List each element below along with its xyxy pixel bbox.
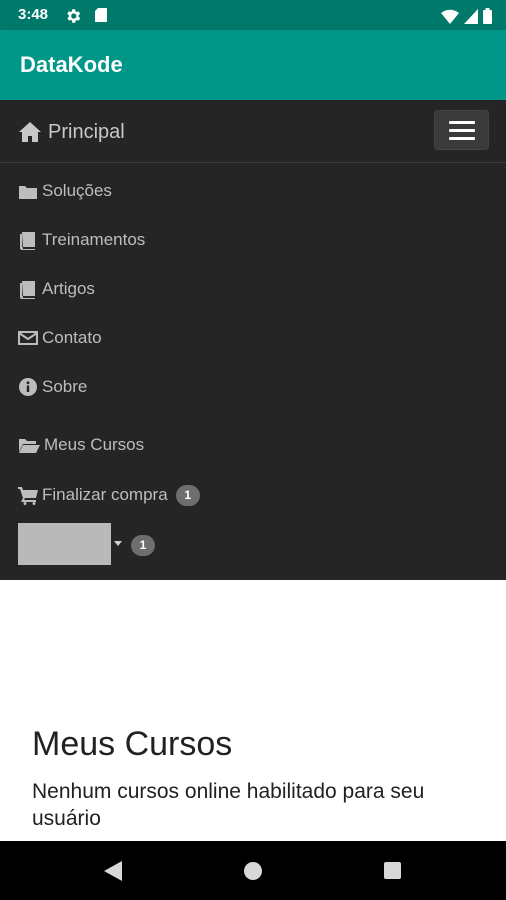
caret-down-icon[interactable] [114, 541, 122, 546]
navbar-brand-principal[interactable]: Principal [18, 118, 125, 146]
empty-courses-message: Nenhum cursos online habilitado para seu… [32, 780, 425, 830]
hamburger-menu-icon [448, 120, 475, 124]
home-icon [19, 122, 41, 142]
sd-card-icon [95, 8, 107, 22]
nav-item-solucoes[interactable]: Soluções [18, 179, 112, 203]
navbar-toggle-button[interactable] [434, 110, 489, 150]
app-title: DataKode [20, 52, 123, 77]
page-title: Meus Cursos [32, 725, 233, 763]
app-bar: DataKode [0, 30, 506, 100]
nav-item-label: Sobre [42, 377, 88, 396]
nav-item-label: Artigos [42, 279, 95, 298]
user-avatar[interactable] [18, 523, 111, 565]
navbar-brand-label: Principal [48, 120, 125, 143]
gear-icon [67, 9, 81, 23]
nav-item-treinamentos[interactable]: Treinamentos [18, 228, 145, 252]
status-bar: 3:48 [0, 0, 506, 30]
status-time: 3:48 [18, 6, 49, 23]
cart-count-badge: 1 [175, 484, 200, 506]
book-icon [20, 231, 35, 250]
nav-item-sobre[interactable]: Sobre [18, 375, 87, 399]
envelope-icon [18, 331, 38, 345]
nav-item-meus-cursos[interactable]: Meus Cursos [18, 433, 144, 457]
nav-item-artigos[interactable]: Artigos [18, 277, 95, 301]
nav-item-label: Contato [42, 328, 102, 347]
nav-item-label: Finalizar compra [42, 485, 168, 504]
nav-item-label: Meus Cursos [44, 435, 145, 454]
nav-item-label: Soluções [42, 181, 112, 200]
nav-item-finalizar-compra[interactable]: Finalizar compra 1 [18, 483, 200, 507]
signal-icon [464, 8, 478, 24]
folder-open-icon [19, 438, 40, 453]
navbar-divider [0, 162, 506, 163]
user-notification-badge: 1 [131, 535, 155, 556]
battery-icon [483, 8, 492, 24]
nav-item-label: Treinamentos [42, 230, 146, 249]
back-icon[interactable] [104, 861, 122, 881]
book-icon [20, 280, 35, 299]
home-button-icon[interactable] [244, 862, 262, 880]
recents-icon[interactable] [384, 862, 401, 879]
info-circle-icon [19, 378, 37, 396]
cart-icon [18, 486, 38, 505]
folder-icon [19, 185, 37, 199]
nav-item-contato[interactable]: Contato [18, 326, 102, 350]
status-icons [441, 7, 492, 25]
wifi-icon [441, 9, 459, 24]
